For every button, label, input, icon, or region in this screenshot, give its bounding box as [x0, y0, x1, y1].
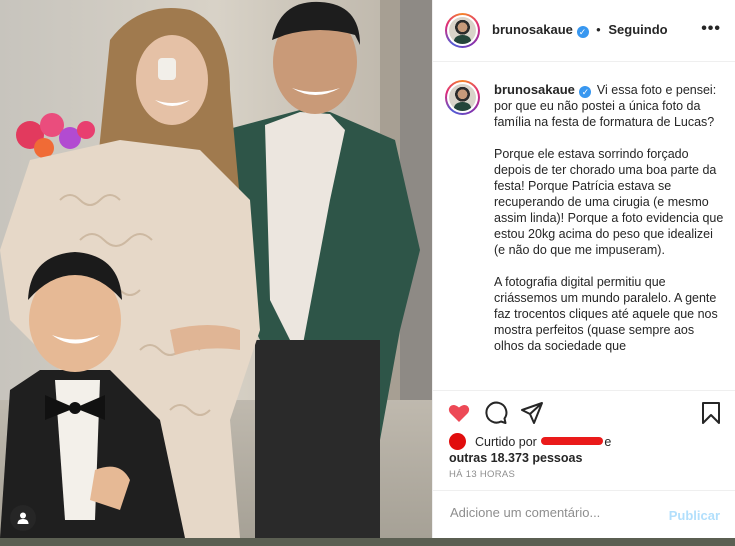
caption-scroll-area[interactable]: brunosakaue ✓ Vi essa foto e pensei: por…	[433, 62, 735, 390]
header-username[interactable]: brunosakaue	[492, 22, 573, 37]
caption-avatar[interactable]	[445, 80, 480, 115]
heart-liked-icon[interactable]	[447, 401, 471, 425]
person-icon	[17, 512, 29, 524]
post-side-panel: brunosakaue ✓ • Seguindo ••• brunosakaue…	[432, 0, 735, 538]
liked-by-prefix: Curtido por	[475, 435, 537, 449]
background-strip	[0, 538, 735, 546]
verified-badge-icon: ✓	[576, 26, 589, 38]
post-photo[interactable]	[0, 0, 432, 538]
share-icon[interactable]	[520, 401, 544, 425]
publish-button[interactable]: Publicar	[669, 508, 720, 523]
post-timestamp[interactable]: HÁ 13 HORAS	[449, 469, 515, 480]
caption-paragraph: Porque ele estava sorrindo forçado depoi…	[494, 147, 724, 257]
liked-by-joiner: e	[604, 435, 612, 449]
separator-dot: •	[596, 22, 601, 37]
caption-paragraph: brunosakaue ✓ Vi essa foto e pensei: por…	[494, 82, 726, 130]
header-avatar[interactable]	[445, 13, 480, 48]
liked-by-avatar[interactable]	[449, 433, 466, 450]
redacted-username	[541, 437, 604, 445]
family-photo-image	[0, 0, 432, 538]
comment-input[interactable]	[448, 504, 652, 521]
follow-status-button[interactable]: Seguindo	[608, 22, 667, 37]
header-user-info: brunosakaue ✓ • Seguindo	[492, 22, 668, 38]
tagged-people-button[interactable]	[10, 505, 36, 531]
liked-by-text: Curtido por e outras 18.373 pessoas	[449, 433, 719, 466]
caption-text: brunosakaue ✓ Vi essa foto e pensei: por…	[494, 82, 726, 370]
post-actions: Curtido por e outras 18.373 pessoas HÁ 1…	[433, 390, 735, 491]
caption-paragraph: A fotografia digital permitiu que criáss…	[494, 275, 718, 353]
comment-box: Publicar	[433, 490, 735, 539]
more-options-icon[interactable]: •••	[701, 20, 721, 38]
likes-count-link[interactable]: outras 18.373 pessoas	[449, 451, 582, 465]
caption-username[interactable]: brunosakaue	[494, 82, 575, 97]
comment-icon[interactable]	[484, 401, 508, 425]
save-bookmark-icon[interactable]	[699, 401, 723, 425]
verified-badge-icon: ✓	[579, 86, 592, 98]
post-header: brunosakaue ✓ • Seguindo •••	[433, 0, 735, 62]
